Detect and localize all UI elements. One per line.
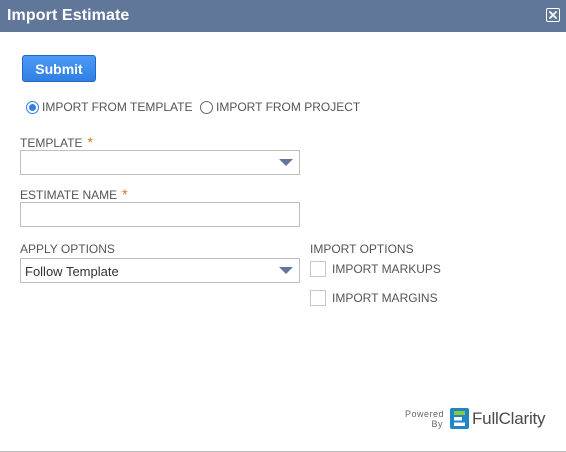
template-select[interactable] — [20, 150, 300, 175]
brand-name: FullClarity — [472, 408, 546, 428]
import-markups-label: IMPORT MARKUPS — [332, 262, 441, 276]
radio-button-unchecked[interactable] — [200, 100, 213, 114]
radio-button-checked[interactable] — [26, 100, 39, 114]
import-margins-label: IMPORT MARGINS — [332, 291, 438, 305]
apply-options-select[interactable]: Follow Template — [20, 258, 300, 283]
required-marker: * — [87, 134, 93, 150]
chevron-down-icon — [279, 159, 293, 166]
radio-import-from-template[interactable]: IMPORT FROM TEMPLATE — [26, 100, 192, 114]
radio-label-template: IMPORT FROM TEMPLATE — [42, 100, 193, 114]
estimate-name-input[interactable] — [20, 202, 300, 227]
import-markups-checkbox[interactable] — [310, 261, 326, 277]
apply-options-value: Follow Template — [25, 264, 119, 279]
by-line: By — [431, 419, 443, 429]
apply-options-label: APPLY OPTIONS — [20, 242, 115, 256]
dialog-title: Import Estimate — [7, 7, 130, 24]
radio-label-project: IMPORT FROM PROJECT — [216, 100, 361, 114]
dialog-titlebar: Import Estimate — [0, 0, 566, 32]
template-label-text: TEMPLATE — [20, 136, 83, 150]
powered-by-text: Powered By — [405, 409, 445, 429]
import-margins-option[interactable]: IMPORT MARGINS — [310, 290, 438, 306]
import-options-label: IMPORT OPTIONS — [310, 242, 414, 256]
import-markups-option[interactable]: IMPORT MARKUPS — [310, 261, 441, 277]
fullclarity-logo-icon — [450, 408, 469, 429]
estimate-name-label-text: ESTIMATE NAME — [20, 188, 118, 202]
radio-import-from-project[interactable]: IMPORT FROM PROJECT — [200, 100, 360, 114]
close-button[interactable] — [546, 8, 560, 22]
estimate-name-label: ESTIMATE NAME * — [20, 186, 128, 202]
required-marker: * — [122, 186, 128, 202]
close-icon — [549, 11, 557, 19]
fullclarity-logo: FullClarity — [450, 408, 546, 429]
import-margins-checkbox[interactable] — [310, 290, 326, 306]
template-label: TEMPLATE * — [20, 134, 93, 150]
import-estimate-dialog: Import Estimate Submit IMPORT FROM TEMPL… — [0, 0, 566, 452]
powered-line: Powered — [405, 409, 445, 419]
submit-button[interactable]: Submit — [22, 55, 96, 82]
chevron-down-icon — [279, 267, 293, 274]
